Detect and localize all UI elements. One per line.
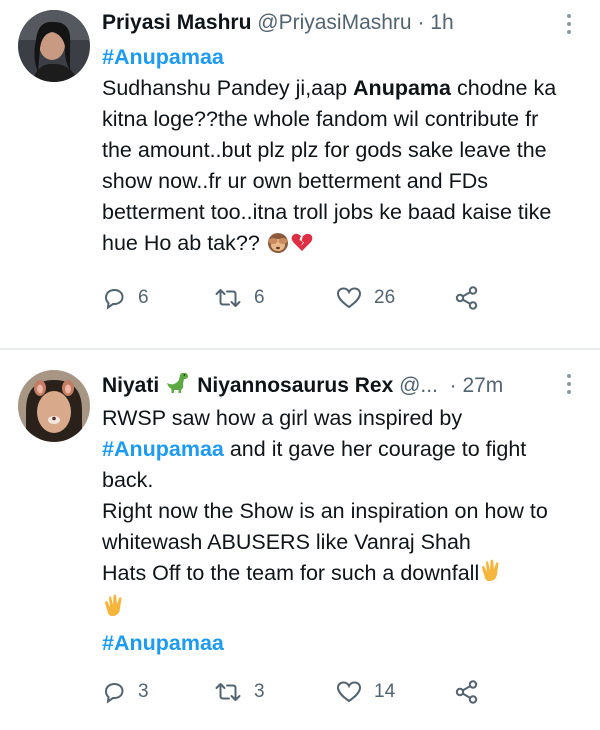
display-name-secondary[interactable]: Niyannosaurus Rex [197,373,393,399]
retweet-action[interactable]: 6 [214,286,336,310]
tweet-text-part: Sudhanshu Pandey ji,aap [102,76,354,100]
retweet-icon[interactable] [214,286,242,310]
more-options-icon[interactable] [566,374,572,394]
tweet-feed: Priyasi Mashru @PriyasiMashru · 1h #Anup… [0,0,600,730]
reply-icon[interactable] [102,680,126,704]
hashtag-link[interactable]: #Anupamaa [102,42,560,73]
timestamp[interactable]: 27m [462,373,503,399]
tweet-header: Niyati Niyannosaurus Rex @... · 27m [102,370,560,401]
user-handle[interactable]: @... [399,373,438,399]
retweet-action[interactable]: 3 [214,680,336,704]
dinosaur-icon [165,370,191,401]
tweet-body: Niyati Niyannosaurus Rex @... · 27m RWSP… [102,370,600,730]
tweet-line: Right now the Show is an inspiration on … [102,499,548,554]
tweet-text: #Anupamaa Sudhanshu Pandey ji,aap Anupam… [102,42,560,263]
avatar-column [18,370,102,730]
like-count: 26 [374,287,396,308]
separator-dot: · [437,373,463,397]
tweet-header: Priyasi Mashru @PriyasiMashru · 1h [102,10,560,36]
clapping-hands-icon [479,558,505,593]
tweet-text: RWSP saw how a girl was inspired by #Anu… [102,403,560,659]
avatar-column [18,10,102,348]
timestamp[interactable]: 1h [430,10,453,36]
share-icon[interactable] [454,679,480,705]
like-action[interactable]: 26 [336,286,454,310]
broken-heart-icon [290,230,314,263]
share-action[interactable] [454,679,480,705]
share-icon[interactable] [454,285,480,311]
share-action[interactable] [454,285,480,311]
clapping-hands-icon [102,593,128,628]
retweet-count: 3 [254,681,265,702]
tweet-body: Priyasi Mashru @PriyasiMashru · 1h #Anup… [102,10,600,348]
like-count: 14 [374,681,396,702]
see-no-evil-monkey-icon [266,230,290,263]
hashtag-link[interactable]: #Anupamaa [102,628,560,659]
more-options-icon[interactable] [566,14,572,34]
like-action[interactable]: 14 [336,680,454,704]
avatar[interactable] [18,10,90,82]
tweet-text-part: chodne ka kitna loge??the whole fandom w… [102,76,557,255]
reply-count: 6 [138,287,149,308]
separator-dot: · [411,11,431,34]
display-name[interactable]: Niyati [102,373,159,399]
avatar[interactable] [18,370,90,442]
display-name[interactable]: Priyasi Mashru [102,10,251,36]
user-handle[interactable]: @PriyasiMashru [257,10,411,36]
tweet[interactable]: Niyati Niyannosaurus Rex @... · 27m RWSP… [0,348,600,730]
reply-action[interactable]: 6 [102,286,214,310]
reply-icon[interactable] [102,286,126,310]
reply-action[interactable]: 3 [102,680,214,704]
heart-icon[interactable] [336,680,362,704]
retweet-icon[interactable] [214,680,242,704]
tweet-actions: 6 6 26 [102,285,560,311]
heart-icon[interactable] [336,286,362,310]
tweet-line: RWSP saw how a girl was inspired by [102,406,463,430]
retweet-count: 6 [254,287,265,308]
tweet-text-part: Hats Off to the team for such a downfall [102,561,480,585]
bold-keyword: Anupama [353,76,451,100]
tweet-actions: 3 3 14 [102,679,560,705]
hashtag-link[interactable]: #Anupamaa [102,437,224,461]
tweet[interactable]: Priyasi Mashru @PriyasiMashru · 1h #Anup… [0,0,600,348]
reply-count: 3 [138,681,149,702]
